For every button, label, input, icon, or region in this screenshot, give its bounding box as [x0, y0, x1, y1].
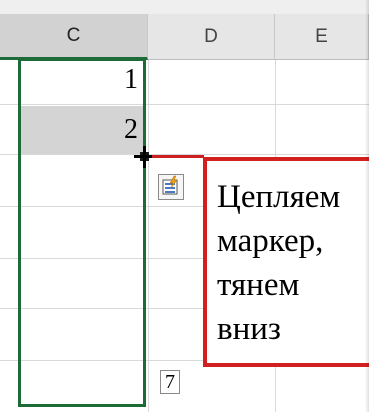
crosshair-cursor-icon — [143, 146, 146, 168]
annotation-text: Цепляем маркер, тянем вниз — [217, 179, 341, 347]
callout-pointer-line — [152, 155, 204, 158]
selection-range — [18, 58, 146, 407]
column-header-d[interactable]: D — [148, 14, 275, 60]
column-header-e[interactable]: E — [275, 14, 369, 60]
fill-value-tooltip: 7 — [160, 370, 180, 394]
annotation-callout: Цепляем маркер, тянем вниз — [203, 157, 369, 367]
column-header-c[interactable]: C — [0, 14, 148, 60]
autofill-options-button[interactable] — [158, 174, 184, 200]
edge-shadow — [365, 0, 369, 412]
column-header-label: C — [66, 24, 81, 46]
top-strip — [0, 0, 369, 14]
autofill-options-icon — [162, 175, 178, 195]
column-header-label: E — [315, 25, 328, 47]
column-header-label: D — [204, 25, 218, 47]
spreadsheet-view: C D E 1 2 Цепляем маркер, тянем вниз 7 — [0, 0, 369, 412]
